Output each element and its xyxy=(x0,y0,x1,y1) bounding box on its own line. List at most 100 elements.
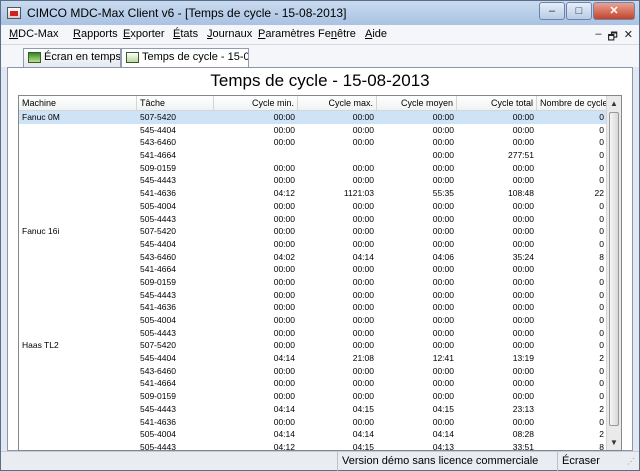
cell-cycle-total: 35:24 xyxy=(512,251,534,262)
menu-etats[interactable]: États xyxy=(173,28,198,40)
table-row[interactable]: 541-4636 00:00 00:00 00:00 00:00 0 xyxy=(19,416,607,429)
cell-machine xyxy=(19,428,137,441)
cell-nombre-cycles: 22 xyxy=(594,188,604,199)
menu-mdc-max[interactable]: MDC-Max xyxy=(9,28,59,40)
cell-cycle-moyen: 00:00 xyxy=(432,150,454,161)
scrollbar-thumb[interactable] xyxy=(609,112,619,426)
cell-cycle-max: 00:00 xyxy=(352,137,374,148)
table-row[interactable]: 545-4404 00:00 00:00 00:00 00:00 0 xyxy=(19,238,607,251)
table-row[interactable]: 509-0159 00:00 00:00 00:00 00:00 0 xyxy=(19,276,607,289)
cell-tache: 509-0159 xyxy=(140,162,176,173)
table-row[interactable]: Fanuc 0M 507-5420 00:00 00:00 00:00 00:00 0 xyxy=(19,111,607,124)
title-bar[interactable]: CIMCO MDC-Max Client v6 - [Temps de cycl… xyxy=(1,1,639,25)
cell-cycle-max: 00:00 xyxy=(352,226,374,237)
cell-cycle-total: 23:13 xyxy=(512,403,534,414)
minimize-button[interactable]: – xyxy=(539,2,565,20)
cell-cycle-moyen: 00:00 xyxy=(432,416,454,427)
column-header-cycle-total[interactable]: Cycle total xyxy=(457,96,537,111)
tab-ecran-temps-reel[interactable]: Écran en temps réel xyxy=(23,48,121,67)
table-row[interactable]: 543-6460 04:02 04:14 04:06 35:24 8 xyxy=(19,251,607,264)
cell-tache: 505-4443 xyxy=(140,213,176,224)
cell-cycle-max: 00:00 xyxy=(352,365,374,376)
cell-tache: 545-4443 xyxy=(140,289,176,300)
cell-cycle-total: 00:00 xyxy=(512,137,534,148)
vertical-scrollbar[interactable]: ▲ ▼ xyxy=(606,96,621,450)
table-row[interactable]: 505-4443 00:00 00:00 00:00 00:00 0 xyxy=(19,213,607,226)
column-header-tache[interactable]: Tâche xyxy=(137,96,214,111)
menu-parametres[interactable]: Paramètres xyxy=(258,28,315,40)
table-row[interactable]: 509-0159 00:00 00:00 00:00 00:00 0 xyxy=(19,390,607,403)
cell-nombre-cycles: 0 xyxy=(599,175,604,186)
table-row[interactable]: 505-4004 00:00 00:00 00:00 00:00 0 xyxy=(19,314,607,327)
column-header-cycle-min[interactable]: Cycle min. xyxy=(214,96,298,111)
cell-machine xyxy=(19,352,137,365)
cell-cycle-total: 00:00 xyxy=(512,391,534,402)
table-row[interactable]: 541-4664 00:00 277:51 0 xyxy=(19,149,607,162)
scroll-down-arrow-icon[interactable]: ▼ xyxy=(607,435,621,450)
cell-tache: 541-4636 xyxy=(140,188,176,199)
cell-cycle-min: 00:00 xyxy=(273,137,295,148)
menu-fenetre[interactable]: Fenêtre xyxy=(318,28,356,40)
cell-cycle-total: 00:00 xyxy=(512,238,534,249)
table-row[interactable]: Fanuc 16i 507-5420 00:00 00:00 00:00 00:00 0 xyxy=(19,225,607,238)
table-row[interactable]: 545-4443 04:14 04:15 04:15 23:13 2 xyxy=(19,403,607,416)
cell-cycle-moyen: 00:00 xyxy=(432,162,454,173)
cell-tache: 509-0159 xyxy=(140,276,176,287)
table-row[interactable]: 545-4443 00:00 00:00 00:00 00:00 0 xyxy=(19,174,607,187)
cell-cycle-total: 13:19 xyxy=(512,353,534,364)
cell-cycle-max: 00:00 xyxy=(352,238,374,249)
cell-machine xyxy=(19,403,137,416)
table-row[interactable]: 545-4443 00:00 00:00 00:00 00:00 0 xyxy=(19,289,607,302)
close-button[interactable]: ✕ xyxy=(593,2,635,20)
resize-grip-icon[interactable]: ⋰ xyxy=(627,457,637,467)
table-row[interactable]: 505-4443 00:00 00:00 00:00 00:00 0 xyxy=(19,327,607,340)
table-row[interactable]: 505-4004 04:14 04:14 04:14 08:28 2 xyxy=(19,428,607,441)
column-header-cycle-max[interactable]: Cycle max. xyxy=(298,96,377,111)
tab-label: Temps de cycle - 15-08-2013 xyxy=(142,51,249,63)
cell-machine xyxy=(19,251,137,264)
table-row[interactable]: 509-0159 00:00 00:00 00:00 00:00 0 xyxy=(19,162,607,175)
table-row[interactable]: 541-4636 04:12 1121:03 55:35 108:48 22 xyxy=(19,187,607,200)
scroll-up-arrow-icon[interactable]: ▲ xyxy=(607,96,621,111)
menu-journaux[interactable]: Journaux xyxy=(207,28,252,40)
table-row[interactable]: Haas TL2 507-5420 00:00 00:00 00:00 00:00 0 xyxy=(19,339,607,352)
table-row[interactable]: 541-4636 00:00 00:00 00:00 00:00 0 xyxy=(19,301,607,314)
cell-cycle-moyen: 04:13 xyxy=(432,441,454,451)
cell-cycle-min: 04:14 xyxy=(273,429,295,440)
cell-cycle-total: 00:00 xyxy=(512,302,534,313)
cell-tache: 543-6460 xyxy=(140,365,176,376)
tab-temps-de-cycle[interactable]: Temps de cycle - 15-08-2013 xyxy=(121,48,249,67)
cell-cycle-min: 04:02 xyxy=(273,251,295,262)
column-header-nombre-cycles[interactable]: Nombre de cycles xyxy=(537,96,607,111)
cell-cycle-min: 00:00 xyxy=(273,340,295,351)
table-row[interactable]: 543-6460 00:00 00:00 00:00 00:00 0 xyxy=(19,136,607,149)
cell-machine xyxy=(19,276,137,289)
cell-cycle-max: 00:00 xyxy=(352,276,374,287)
cell-tache: 545-4404 xyxy=(140,353,176,364)
table-row[interactable]: 505-4443 04:12 04:15 04:13 33:51 8 xyxy=(19,441,607,451)
cell-cycle-min: 00:00 xyxy=(273,327,295,338)
table-row[interactable]: 545-4404 00:00 00:00 00:00 00:00 0 xyxy=(19,124,607,137)
table-row[interactable]: 541-4664 00:00 00:00 00:00 00:00 0 xyxy=(19,377,607,390)
cell-nombre-cycles: 2 xyxy=(599,429,604,440)
cell-cycle-min: 00:00 xyxy=(273,112,295,122)
cell-nombre-cycles: 0 xyxy=(599,302,604,313)
maximize-button[interactable]: □ xyxy=(566,2,592,20)
cell-tache: 543-6460 xyxy=(140,137,176,148)
cell-cycle-min: 04:12 xyxy=(273,441,295,451)
cell-nombre-cycles: 0 xyxy=(599,378,604,389)
cell-cycle-total: 00:00 xyxy=(512,226,534,237)
cell-cycle-min: 00:00 xyxy=(273,276,295,287)
column-header-cycle-moyen[interactable]: Cycle moyen xyxy=(377,96,457,111)
table-row[interactable]: 505-4004 00:00 00:00 00:00 00:00 0 xyxy=(19,200,607,213)
menu-exporter[interactable]: Exporter xyxy=(123,28,165,40)
cell-machine xyxy=(19,441,137,450)
menu-aide[interactable]: Aide xyxy=(365,28,387,40)
cell-cycle-min: 04:14 xyxy=(273,403,295,414)
table-row[interactable]: 541-4664 00:00 00:00 00:00 00:00 0 xyxy=(19,263,607,276)
column-header-machine[interactable]: Machine xyxy=(19,96,137,111)
menu-rapports[interactable]: Rapports xyxy=(73,28,118,40)
cell-cycle-moyen: 00:00 xyxy=(432,213,454,224)
table-row[interactable]: 543-6460 00:00 00:00 00:00 00:00 0 xyxy=(19,365,607,378)
table-row[interactable]: 545-4404 04:14 21:08 12:41 13:19 2 xyxy=(19,352,607,365)
